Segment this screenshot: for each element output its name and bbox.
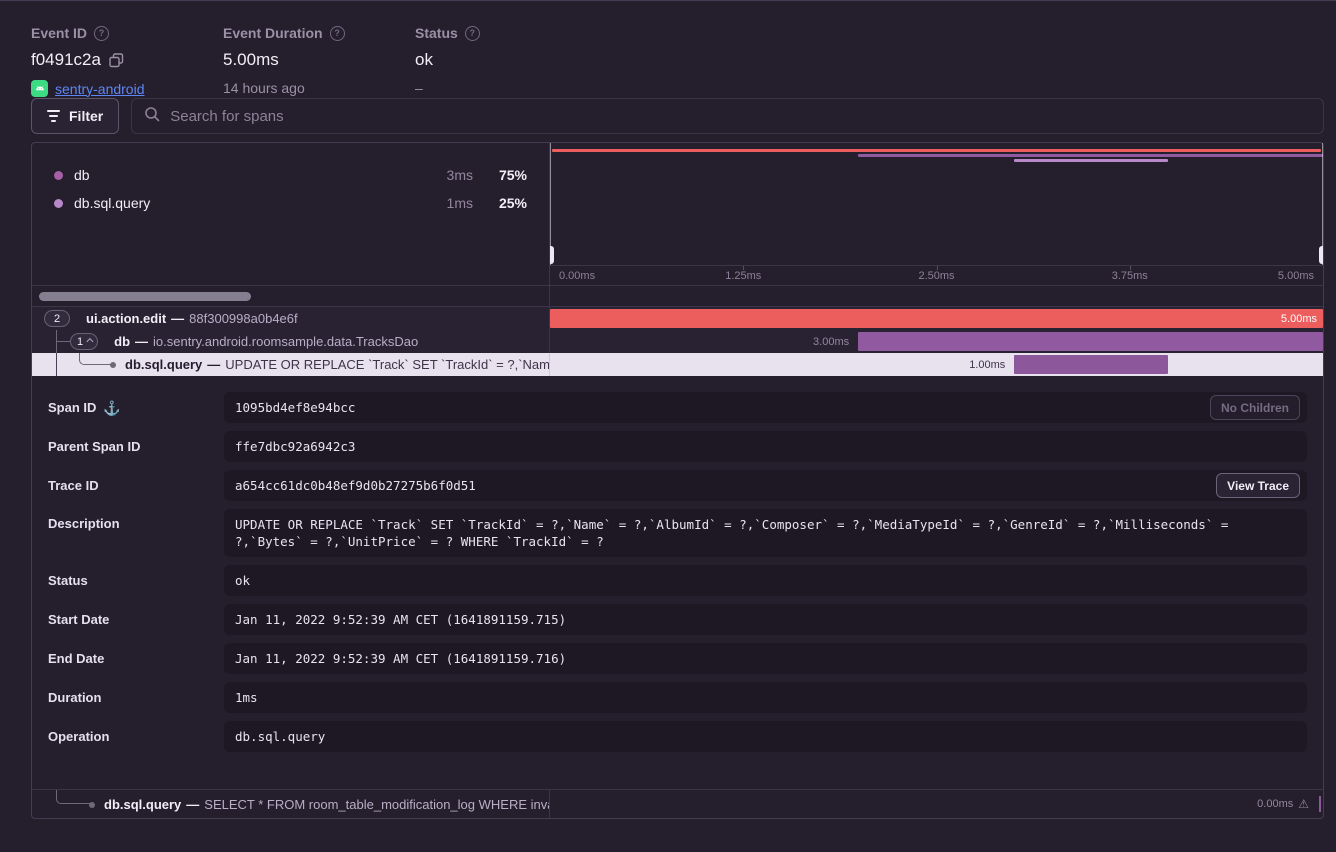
span-duration-label: 3.00ms: [550, 330, 856, 353]
op-name: db.sql.query: [74, 195, 415, 211]
event-header: Event ID ? f0491c2a sentry-android Event…: [0, 1, 1336, 98]
span-duration-label: 5.00ms: [1281, 313, 1323, 325]
span-row-db-sql-query-selected[interactable]: db.sql.query — UPDATE OR REPLACE `Track`…: [32, 353, 1323, 376]
parent-span-id-value: ffe7dbc92a6942c3: [224, 431, 1307, 462]
minimap-drag-handle-left[interactable]: [550, 246, 554, 264]
axis-tick: 5.00ms: [1278, 270, 1314, 282]
zero-duration-bar: [1319, 796, 1321, 812]
status-field-value: ok: [224, 565, 1307, 596]
status-value: ok: [415, 50, 433, 70]
operation-value: db.sql.query: [224, 721, 1307, 752]
status-label: Status: [415, 25, 458, 41]
status-sub: –: [415, 80, 423, 96]
trace-waterfall: db 3ms 75% db.sql.query 1ms 25%: [31, 142, 1324, 819]
axis-tick: 0.00ms: [559, 270, 595, 282]
span-duration-bar[interactable]: [1014, 355, 1168, 374]
help-icon[interactable]: ?: [94, 26, 109, 41]
span-description: io.sentry.android.roomsample.data.Tracks…: [153, 334, 418, 349]
span-description: UPDATE OR REPLACE `Track` SET `TrackId` …: [225, 357, 549, 372]
span-op: ui.action.edit: [86, 311, 166, 326]
project-link[interactable]: sentry-android: [55, 81, 145, 97]
span-row-ui-action-edit[interactable]: 2 ui.action.edit — 88f300998a0b4e6f 5.00…: [32, 307, 1323, 330]
span-duration-bar[interactable]: 5.00ms: [550, 309, 1323, 328]
trace-id-value: a654cc61dc0b48ef9d0b27275b6f0d51: [224, 470, 1307, 501]
field-end-date: End Date Jan 11, 2022 9:52:39 AM CET (16…: [48, 643, 1307, 674]
op-color-dot: [54, 199, 63, 208]
filter-button-label: Filter: [69, 108, 103, 124]
span-description: 88f300998a0b4e6f: [189, 311, 297, 326]
search-input[interactable]: [170, 108, 1311, 125]
op-name: db: [74, 167, 415, 183]
legend-row-db-sql-query: db.sql.query 1ms 25%: [54, 189, 527, 217]
legend-row-db: db 3ms 75%: [54, 161, 527, 189]
field-description: Description UPDATE OR REPLACE `Track` SE…: [48, 509, 1307, 557]
op-color-dot: [54, 171, 63, 180]
field-duration: Duration 1ms: [48, 682, 1307, 713]
span-duration-label: 0.00ms: [1257, 798, 1293, 810]
event-id-label-row: Event ID ?: [31, 25, 223, 41]
minimap-drag-handle-right[interactable]: [1319, 246, 1323, 264]
span-duration-bar[interactable]: [858, 332, 1323, 351]
op-percent: 75%: [479, 167, 527, 183]
android-platform-icon: [31, 80, 48, 97]
search-icon: [144, 106, 160, 127]
help-icon[interactable]: ?: [330, 26, 345, 41]
field-span-id: Span ID ⚓ 1095bd4ef8e94bcc No Children: [48, 392, 1307, 423]
children-count-badge[interactable]: 2: [44, 310, 70, 327]
span-description: SELECT * FROM room_table_modification_lo…: [204, 797, 549, 812]
minimap-span-line: [858, 154, 1323, 157]
anchor-icon[interactable]: ⚓: [103, 393, 120, 423]
op-duration: 1ms: [421, 195, 473, 211]
trace-minimap[interactable]: [550, 143, 1323, 265]
event-id-label: Event ID: [31, 25, 87, 41]
event-duration-ago: 14 hours ago: [223, 80, 305, 96]
span-row-db[interactable]: 1 db — io.sentry.android.roomsample.data…: [32, 330, 1323, 353]
span-details-panel: Span ID ⚓ 1095bd4ef8e94bcc No Children P…: [32, 376, 1323, 789]
event-duration-value: 5.00ms: [223, 50, 279, 70]
no-children-button: No Children: [1210, 395, 1300, 420]
event-id-column: Event ID ? f0491c2a sentry-android: [31, 25, 223, 98]
end-date-value: Jan 11, 2022 9:52:39 AM CET (1641891159.…: [224, 643, 1307, 674]
op-duration: 3ms: [421, 167, 473, 183]
view-trace-button[interactable]: View Trace: [1216, 473, 1300, 498]
span-op: db.sql.query: [104, 797, 181, 812]
description-value: UPDATE OR REPLACE `Track` SET `TrackId` …: [224, 509, 1307, 557]
span-op: db.sql.query: [125, 357, 202, 372]
field-operation: Operation db.sql.query: [48, 721, 1307, 752]
children-count-badge[interactable]: 1: [70, 333, 98, 350]
field-parent-span-id: Parent Span ID ffe7dbc92a6942c3: [48, 431, 1307, 462]
axis-tick: 3.75ms: [1112, 270, 1148, 282]
axis-tick: 1.25ms: [725, 270, 761, 282]
chevron-up-icon: [87, 338, 94, 345]
field-trace-id: Trace ID a654cc61dc0b48ef9d0b27275b6f0d5…: [48, 470, 1307, 501]
span-op: db: [114, 334, 130, 349]
filter-icon: [47, 110, 60, 122]
warning-icon: ⚠: [1298, 797, 1309, 811]
status-column: Status ? ok –: [415, 25, 480, 98]
minimap-span-line: [552, 149, 1320, 152]
event-id-value: f0491c2a: [31, 50, 101, 70]
copy-icon[interactable]: [109, 53, 124, 68]
field-status: Status ok: [48, 565, 1307, 596]
filter-button[interactable]: Filter: [31, 98, 119, 134]
help-icon[interactable]: ?: [465, 26, 480, 41]
event-duration-label: Event Duration: [223, 25, 323, 41]
duration-value: 1ms: [224, 682, 1307, 713]
span-id-value: 1095bd4ef8e94bcc: [224, 392, 1307, 423]
horizontal-scrollbar-thumb[interactable]: [39, 292, 251, 301]
span-search-box[interactable]: [131, 98, 1324, 134]
start-date-value: Jan 11, 2022 9:52:39 AM CET (1641891159.…: [224, 604, 1307, 635]
op-percent: 25%: [479, 195, 527, 211]
field-start-date: Start Date Jan 11, 2022 9:52:39 AM CET (…: [48, 604, 1307, 635]
span-row-db-sql-query-select[interactable]: db.sql.query — SELECT * FROM room_table_…: [32, 789, 1323, 818]
spans-toolbar: Filter: [31, 98, 1324, 134]
time-axis: 0.00ms 1.25ms 2.50ms 3.75ms 5.00ms: [550, 265, 1323, 286]
event-duration-column: Event Duration ? 5.00ms 14 hours ago: [223, 25, 415, 98]
span-op-legend: db 3ms 75% db.sql.query 1ms 25%: [32, 143, 549, 217]
span-duration-label: 1.00ms: [550, 353, 1012, 376]
minimap-span-line: [1014, 159, 1168, 162]
axis-tick: 2.50ms: [918, 270, 954, 282]
